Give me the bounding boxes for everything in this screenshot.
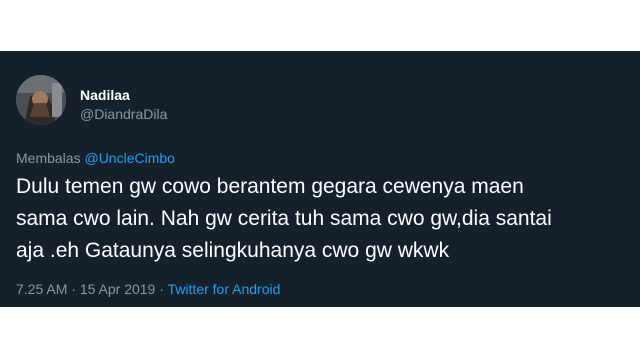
- tweet-meta: 7.25 AM · 15 Apr 2019 · Twitter for Andr…: [16, 281, 280, 297]
- avatar-image: [16, 75, 66, 125]
- tweet-text-line: aja .eh Gataunya selingkuhanya cwo gw wk…: [16, 239, 450, 262]
- reply-prefix: Membalas: [16, 150, 81, 166]
- tweet-text-line: sama cwo lain. Nah gw cerita tuh sama cw…: [16, 207, 552, 230]
- avatar[interactable]: [16, 75, 66, 125]
- meta-separator: ·: [67, 281, 80, 297]
- tweet-text-line: Dulu temen gw cowo berantem gegara cewen…: [16, 175, 524, 198]
- display-name[interactable]: Nadilaa: [80, 87, 130, 103]
- user-handle[interactable]: @DiandraDila: [80, 106, 167, 122]
- reply-mention-link[interactable]: @UncleCimbo: [84, 150, 174, 166]
- reply-context: Membalas @UncleCimbo: [16, 150, 175, 166]
- meta-separator: ·: [155, 281, 168, 297]
- tweet-date[interactable]: 15 Apr 2019: [80, 281, 156, 297]
- tweet-source-link[interactable]: Twitter for Android: [168, 281, 281, 297]
- tweet-card: Nadilaa @DiandraDila Membalas @UncleCimb…: [0, 51, 640, 307]
- tweet-text: Dulu temen gw cowo berantem gegara cewen…: [16, 171, 628, 267]
- tweet-time[interactable]: 7.25 AM: [16, 281, 67, 297]
